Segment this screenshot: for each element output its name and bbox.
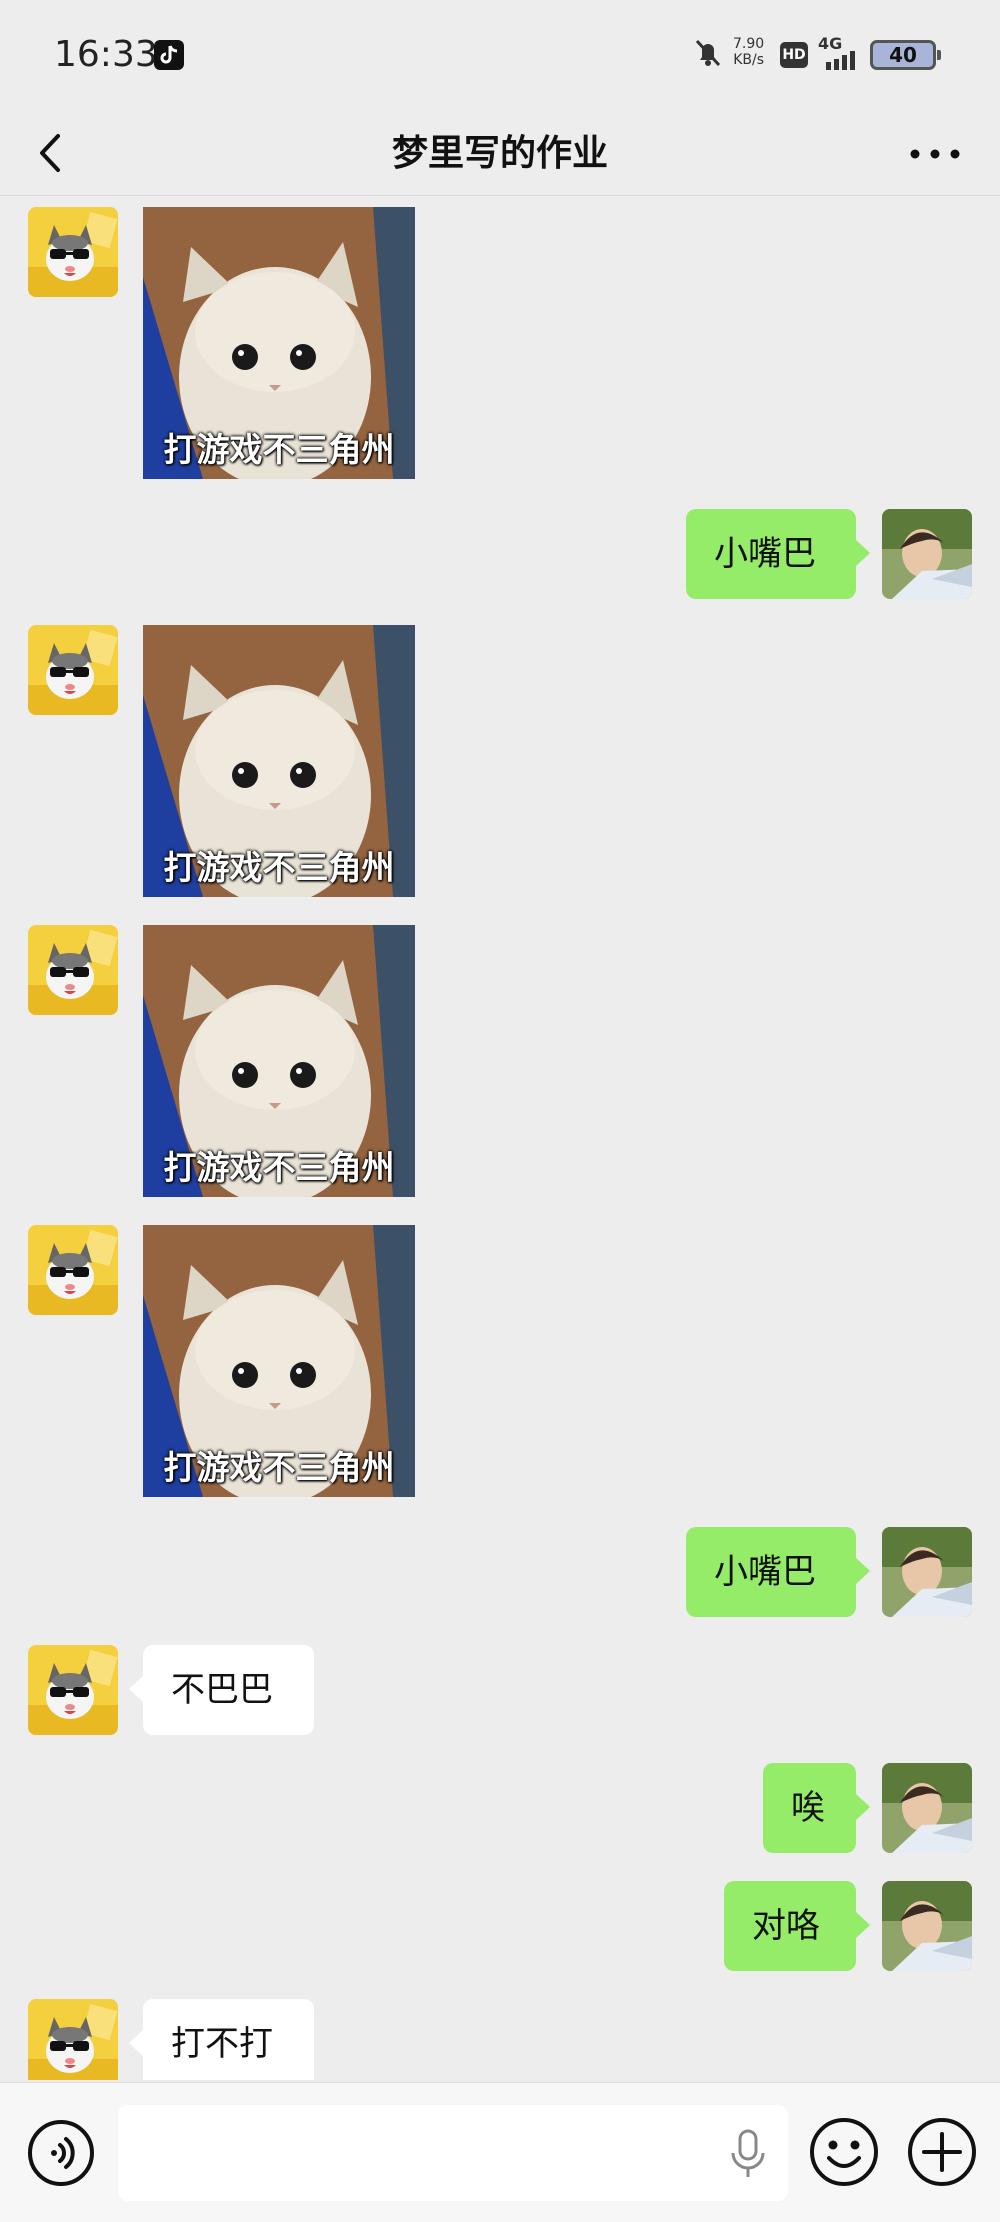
mute-bell-icon bbox=[694, 38, 722, 72]
user-photo-avatar bbox=[882, 1763, 972, 1853]
input-bar bbox=[0, 2082, 1000, 2222]
page-title: 梦里写的作业 bbox=[391, 133, 608, 174]
self-avatar[interactable] bbox=[882, 1763, 972, 1853]
mic-icon bbox=[731, 2129, 765, 2177]
emoji-button[interactable] bbox=[808, 2116, 880, 2188]
chat-header: 梦里写的作业 bbox=[0, 110, 1000, 196]
message-bubble-other[interactable]: 打不打 bbox=[129, 1999, 314, 2080]
more-dots-icon bbox=[910, 149, 960, 159]
sticker-image[interactable]: 打游戏不三角州 bbox=[143, 625, 415, 897]
contact-avatar[interactable] bbox=[28, 207, 118, 297]
net-speed-value: 7.90 bbox=[733, 36, 765, 52]
sticker-image[interactable]: 打游戏不三角州 bbox=[143, 925, 415, 1197]
hd-badge: HD bbox=[780, 42, 808, 68]
message-bubble-self[interactable]: 对咯 bbox=[724, 1881, 870, 1971]
more-button[interactable] bbox=[905, 134, 965, 174]
message-bubble-other[interactable]: 不巴巴 bbox=[129, 1645, 314, 1735]
message-bubble-self[interactable]: 小嘴巴 bbox=[686, 509, 870, 599]
emoji-icon bbox=[810, 2118, 878, 2186]
net-speed: 7.90 KB/s bbox=[733, 36, 764, 68]
sticker-caption: 打游戏不三角州 bbox=[163, 848, 395, 887]
mic-button[interactable] bbox=[726, 2127, 770, 2181]
message-bubble-self[interactable]: 小嘴巴 bbox=[686, 1527, 870, 1617]
user-photo-avatar bbox=[882, 1527, 972, 1617]
contact-avatar[interactable] bbox=[28, 925, 118, 1015]
message-bubble-self[interactable]: 唉 bbox=[763, 1763, 870, 1853]
sticker-caption: 打游戏不三角州 bbox=[163, 1148, 395, 1187]
battery-level: 40 bbox=[889, 43, 917, 67]
more-functions-button[interactable] bbox=[906, 2116, 978, 2188]
user-photo-avatar bbox=[882, 1881, 972, 1971]
self-avatar[interactable] bbox=[882, 509, 972, 599]
message-list[interactable]: 打游戏不三角州 小嘴巴 打游戏不三角州 打游戏不三角州 打游戏不三角州 小嘴巴 … bbox=[0, 197, 1000, 2080]
cat-avatar-icon bbox=[28, 1225, 118, 1315]
voice-icon bbox=[28, 2120, 94, 2186]
status-time: 16:33 bbox=[54, 34, 158, 75]
battery-icon: 40 bbox=[870, 40, 941, 70]
cat-avatar-icon bbox=[28, 625, 118, 715]
tiktok-icon bbox=[154, 40, 184, 70]
sticker-image[interactable]: 打游戏不三角州 bbox=[143, 1225, 415, 1497]
cat-avatar-icon bbox=[28, 925, 118, 1015]
user-photo-avatar bbox=[882, 509, 972, 599]
cat-avatar-icon bbox=[28, 1999, 118, 2080]
sticker-caption: 打游戏不三角州 bbox=[163, 430, 395, 469]
cat-avatar-icon bbox=[28, 1645, 118, 1735]
contact-avatar[interactable] bbox=[28, 1645, 118, 1735]
message-input[interactable] bbox=[118, 2105, 788, 2201]
signal-icon bbox=[826, 50, 860, 74]
plus-icon bbox=[908, 2118, 976, 2186]
voice-button[interactable] bbox=[26, 2118, 96, 2188]
status-bar: 16:33 7.90 KB/s HD 4G 40 bbox=[0, 0, 1000, 110]
contact-avatar[interactable] bbox=[28, 625, 118, 715]
cat-avatar-icon bbox=[28, 207, 118, 297]
sticker-caption: 打游戏不三角州 bbox=[163, 1448, 395, 1487]
self-avatar[interactable] bbox=[882, 1881, 972, 1971]
contact-avatar[interactable] bbox=[28, 1225, 118, 1315]
sticker-image[interactable]: 打游戏不三角州 bbox=[143, 207, 415, 479]
contact-avatar[interactable] bbox=[28, 1999, 118, 2080]
net-speed-unit: KB/s bbox=[733, 52, 764, 68]
self-avatar[interactable] bbox=[882, 1527, 972, 1617]
